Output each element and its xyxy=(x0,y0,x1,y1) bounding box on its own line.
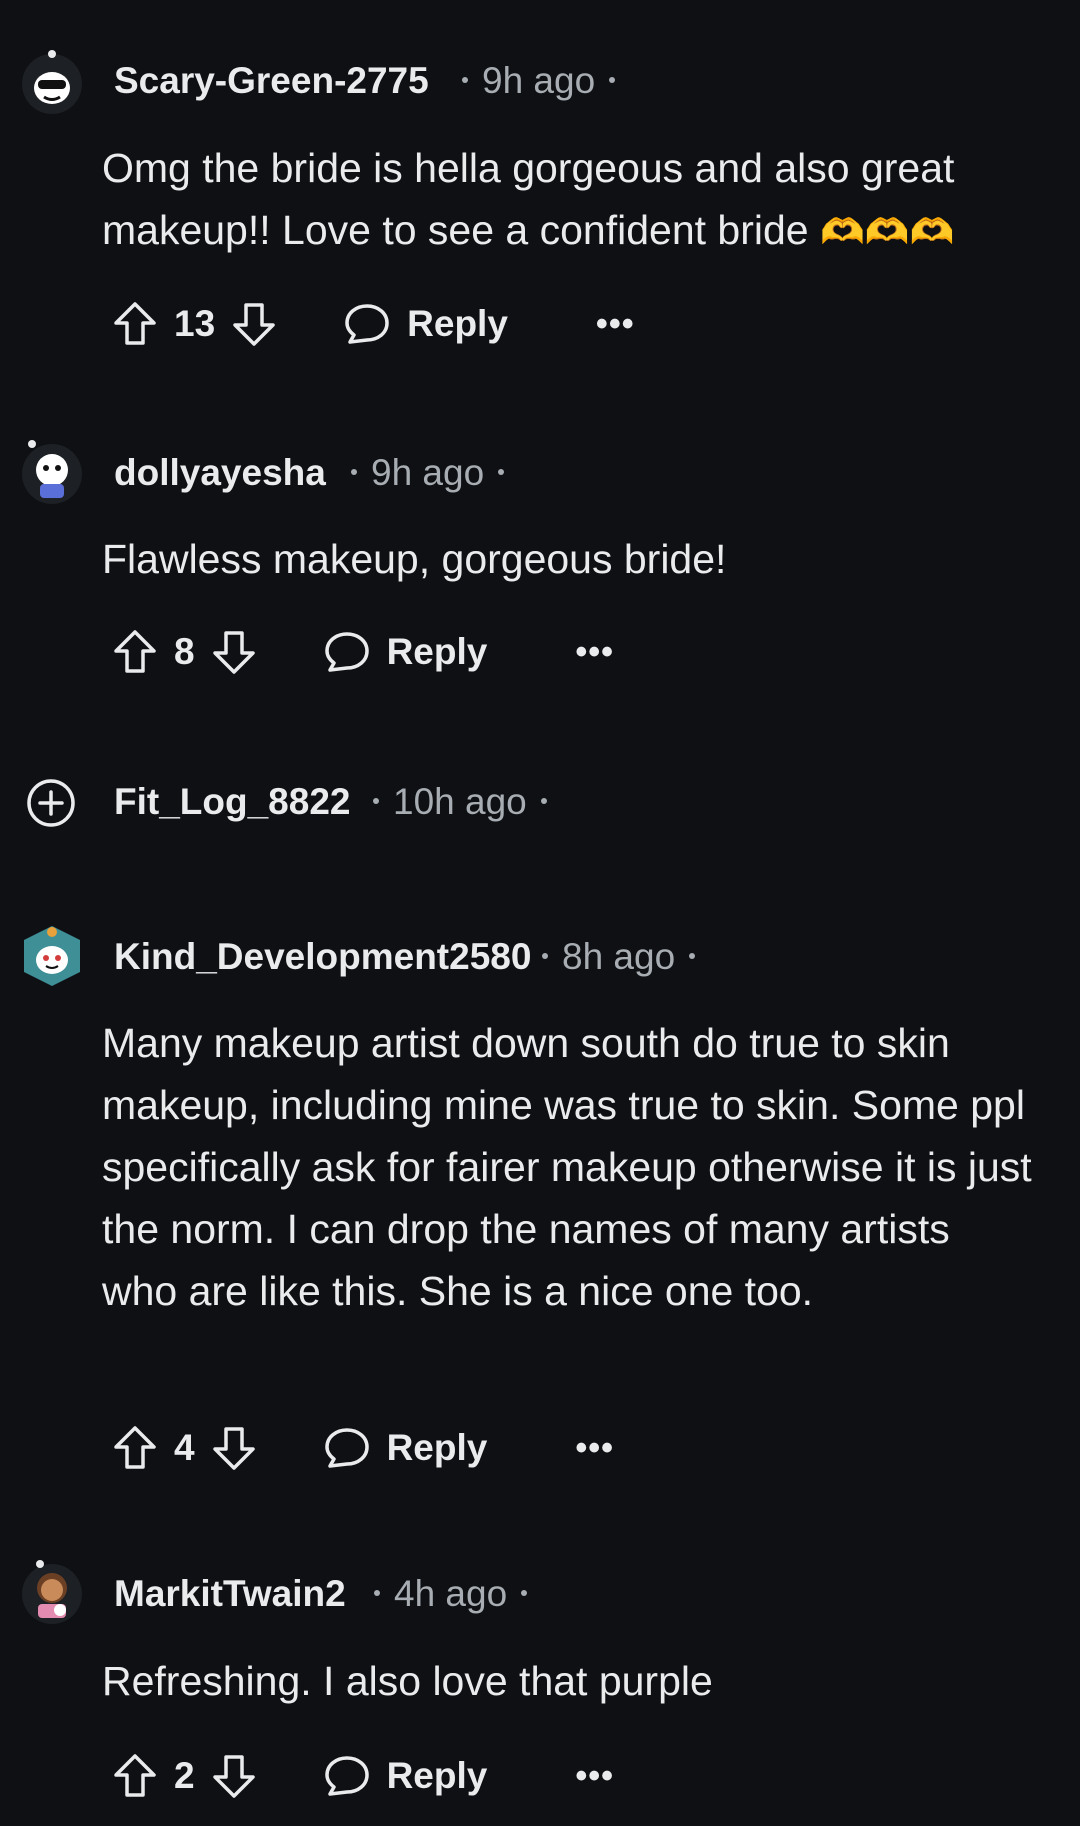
username[interactable]: Fit_Log_8822 xyxy=(114,781,350,823)
user-avatar[interactable] xyxy=(20,440,84,504)
upvote-icon[interactable] xyxy=(110,627,160,677)
comment-body: Omg the bride is hella gorgeous and also… xyxy=(102,137,1032,263)
username[interactable]: MarkitTwain2 xyxy=(114,1573,346,1615)
comment-time: 9h ago xyxy=(371,452,485,493)
vote-score: 13 xyxy=(174,303,216,344)
separator-dot xyxy=(374,1590,380,1597)
reply-label: Reply xyxy=(386,1755,488,1796)
user-avatar[interactable] xyxy=(20,924,84,988)
downvote-icon[interactable] xyxy=(229,299,279,349)
comment-text: Refreshing. I also love that purple xyxy=(102,1658,713,1704)
comment-text: Many makeup artist down south do true to… xyxy=(102,1020,1032,1314)
comment-meta: 9h ago xyxy=(448,60,629,102)
speech-bubble-icon xyxy=(324,1428,369,1468)
separator-dot xyxy=(373,798,379,805)
comment-meta: 9h ago xyxy=(337,452,518,494)
comment-time: 9h ago xyxy=(482,60,596,101)
more-options-button[interactable]: ••• xyxy=(575,633,614,672)
comment-meta: 8h ago xyxy=(528,936,709,978)
reply-label: Reply xyxy=(386,1427,488,1468)
speech-bubble-icon xyxy=(324,632,369,672)
comment-actions: 13 Reply ••• xyxy=(110,292,635,356)
more-options-button[interactable]: ••• xyxy=(596,305,635,344)
vote-score: 2 xyxy=(174,1755,195,1796)
heart-hands-emoji: 🫶🫶🫶 xyxy=(819,211,955,252)
separator-dot xyxy=(689,953,696,960)
separator-dot xyxy=(542,953,548,960)
downvote-icon[interactable] xyxy=(209,627,259,677)
upvote-icon[interactable] xyxy=(110,299,160,349)
reply-label: Reply xyxy=(407,303,508,344)
user-avatar[interactable] xyxy=(20,50,84,114)
reply-button[interactable]: Reply xyxy=(343,300,508,348)
vote-score: 8 xyxy=(174,631,195,672)
separator-dot xyxy=(462,77,468,84)
downvote-icon[interactable] xyxy=(209,1423,259,1473)
speech-bubble-icon xyxy=(345,304,389,344)
comment-body: Many makeup artist down south do true to… xyxy=(102,1012,1032,1322)
username[interactable]: dollyayesha xyxy=(114,452,326,494)
reply-button[interactable]: Reply xyxy=(323,1752,488,1800)
comment-actions: 2 Reply ••• xyxy=(110,1744,614,1808)
comment-time: 4h ago xyxy=(394,1573,508,1614)
username[interactable]: Scary-Green-2775 xyxy=(114,60,429,102)
comment-actions: 8 Reply ••• xyxy=(110,620,614,684)
more-options-button[interactable]: ••• xyxy=(575,1429,614,1468)
username[interactable]: Kind_Development2580 xyxy=(114,936,531,978)
upvote-icon[interactable] xyxy=(110,1423,160,1473)
reply-label: Reply xyxy=(386,631,488,672)
separator-dot xyxy=(351,469,357,476)
separator-dot xyxy=(609,77,616,84)
speech-bubble-icon xyxy=(324,1756,369,1796)
comment-time: 10h ago xyxy=(393,781,527,822)
separator-dot xyxy=(521,1590,528,1597)
comment-text: Flawless makeup, gorgeous bride! xyxy=(102,536,727,582)
comment-body: Flawless makeup, gorgeous bride! xyxy=(102,528,1032,590)
comment-meta: 10h ago xyxy=(359,781,561,823)
comment-time: 8h ago xyxy=(562,936,676,977)
comment-actions: 4 Reply ••• xyxy=(110,1416,614,1480)
separator-dot xyxy=(498,469,505,476)
more-options-button[interactable]: ••• xyxy=(575,1757,614,1796)
downvote-icon[interactable] xyxy=(209,1751,259,1801)
upvote-icon[interactable] xyxy=(110,1751,160,1801)
separator-dot xyxy=(540,798,547,805)
user-avatar[interactable] xyxy=(20,1560,84,1624)
reply-button[interactable]: Reply xyxy=(323,628,488,676)
reply-button[interactable]: Reply xyxy=(323,1424,488,1472)
vote-score: 4 xyxy=(174,1427,195,1468)
comment-body: Refreshing. I also love that purple xyxy=(102,1650,1032,1712)
expand-thread-icon[interactable] xyxy=(26,778,76,828)
comment-meta: 4h ago xyxy=(360,1573,541,1615)
